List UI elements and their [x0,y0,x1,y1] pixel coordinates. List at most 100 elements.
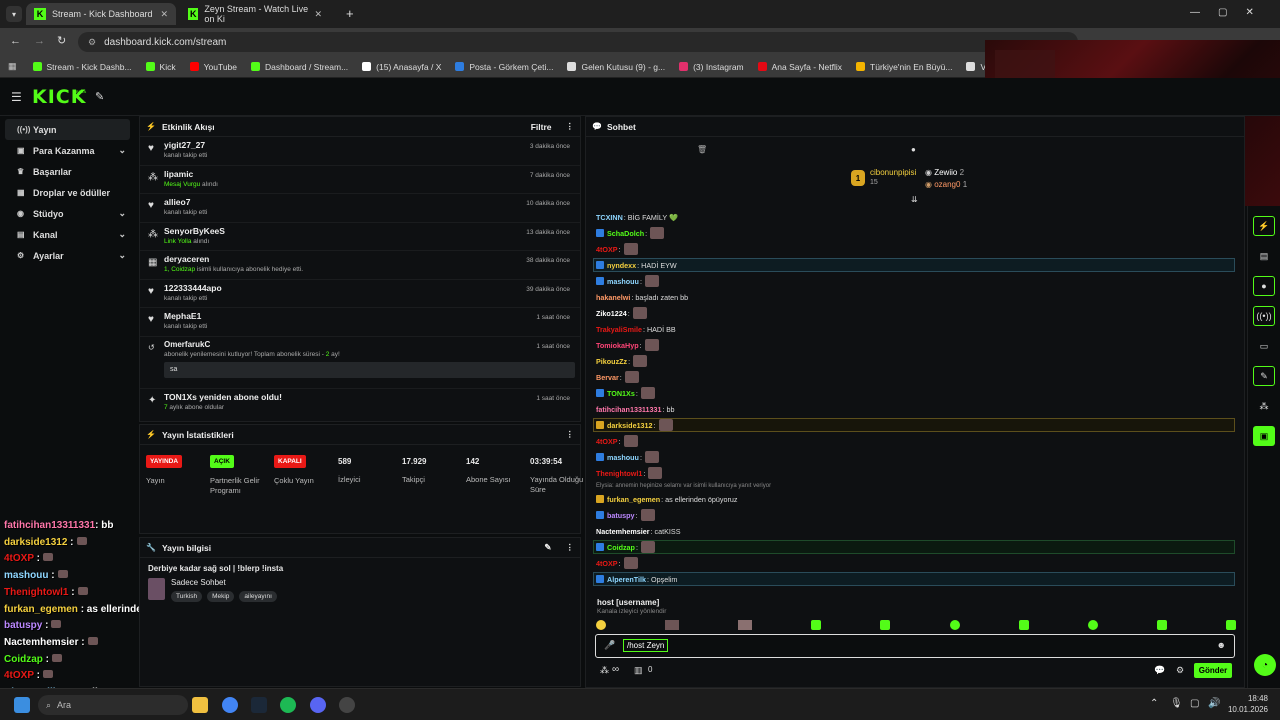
activity-user[interactable]: yigit27_27 [164,140,572,150]
discord-icon[interactable] [310,697,326,713]
chat-username[interactable]: Thenightowl1 [596,469,642,478]
bookmark-item[interactable]: (3) Instagram [679,62,744,72]
sidebar-item-1[interactable]: ((•)) Yayın [5,119,130,140]
quick-actions-icon[interactable]: ⚡ [1253,216,1275,236]
activity-user[interactable]: OmerfarukC [164,340,572,349]
trash-icon[interactable]: 🗑 [697,145,707,154]
emote-icon[interactable] [644,451,659,463]
slow-mode-icon[interactable]: ▥ [634,665,643,676]
sidebar-item-3[interactable]: ♛ Başarılar [5,161,130,182]
leaderboard-user[interactable]: Zewiio [934,168,957,177]
emote-icon[interactable] [658,419,673,431]
chat-options-icon[interactable]: ● [911,145,916,154]
more-options-icon[interactable]: ⋮ [566,542,575,553]
chevron-down-icon[interactable]: ⌄ [118,250,126,261]
chat-username[interactable]: batuspy [607,511,635,520]
chat-settings-bubble-icon[interactable]: 💬 [1154,665,1165,676]
clock-time[interactable]: 18:48 [1228,694,1268,703]
sidebar-item-7[interactable]: ⚙ Ayarlar ⌄ [5,245,130,266]
more-options-icon[interactable]: ⋮ [566,121,575,132]
emote-icon[interactable] [738,620,753,630]
emote-icon[interactable] [644,339,659,351]
chat-username[interactable]: 4tOXP [596,559,618,568]
emote-icon[interactable] [1087,620,1098,630]
tray-chevron-icon[interactable]: ⌃ [1150,698,1158,709]
activity-user[interactable]: MephaE1 [164,311,572,321]
file-explorer-icon[interactable] [192,697,208,713]
close-icon[interactable]: ✕ [314,9,322,20]
bookmark-item[interactable]: Posta - Görkem Çeti... [455,62,553,72]
activity-user[interactable]: 122333444apo [164,283,572,293]
category-thumbnail[interactable] [148,578,165,600]
close-icon[interactable]: ✕ [160,9,168,20]
broadcast-toggle-icon[interactable]: ((•)) [1253,306,1275,326]
bot-icon[interactable]: ▣ [1253,426,1275,446]
tab-search-icon[interactable]: ▾ [6,6,22,22]
emote-icon[interactable] [949,620,960,630]
emote-icon[interactable] [633,355,648,367]
activity-user[interactable]: allieo7 [164,197,572,207]
chat-username[interactable]: PikouzZz [596,357,627,366]
emote-icon[interactable] [623,435,638,447]
emote-icon[interactable] [1225,620,1236,630]
send-button[interactable]: Gönder [1194,663,1232,678]
bookmark-item[interactable]: (15) Anasayfa / X [362,62,441,72]
activity-user[interactable]: lipamic [164,169,572,179]
emote-icon[interactable] [623,243,638,255]
bookmark-item[interactable]: Türkiye'nin En Büyü... [856,62,952,72]
bookmark-item[interactable]: Kick [145,62,176,72]
reload-icon[interactable]: ↻ [57,34,66,47]
menu-icon[interactable]: ☰ [11,90,22,104]
edit-icon[interactable]: ✎ [544,542,551,553]
taskbar-search[interactable]: ⌕ Ara [38,695,188,715]
emote-icon[interactable] [623,557,638,569]
activity-user[interactable]: TON1Xs yeniden abone oldu! [164,392,572,402]
emote-icon[interactable] [880,620,891,630]
back-icon[interactable]: ← [10,35,21,47]
sidebar-item-4[interactable]: ▦ Droplar ve ödüller [5,182,130,203]
chat-username[interactable]: TrakyaliSmile [596,325,642,334]
sidebar-item-6[interactable]: ▤ Kanal ⌄ [5,224,130,245]
emote-icon[interactable] [1156,620,1167,630]
steam-icon[interactable] [251,697,267,713]
bookmark-item[interactable]: Stream - Kick Dashb... [32,62,132,72]
chevron-down-icon[interactable]: ⌄ [118,229,126,240]
url-field[interactable]: ⚙ dashboard.kick.com/stream [78,32,1078,52]
chrome-icon[interactable] [222,697,238,713]
chat-input-text[interactable]: /host Zeyn [623,639,669,652]
chat-username[interactable]: TON1Xs [607,389,635,398]
emote-icon[interactable] [632,307,647,319]
chevron-down-icon[interactable]: ⌄ [118,208,126,219]
emote-icon[interactable] [640,387,655,399]
emote-icon[interactable] [640,541,655,553]
site-info-icon[interactable]: ⚙ [88,37,96,48]
emote-icon[interactable] [1018,620,1029,630]
share-icon[interactable]: ⁂ [1253,396,1275,416]
chat-username[interactable]: TomiokaHyp [596,341,639,350]
spotify-icon[interactable] [280,697,296,713]
activity-user[interactable]: SenyorByKeeS [164,226,572,236]
chat-toggle-icon[interactable]: ● [1253,276,1275,296]
bookmark-item[interactable]: Ana Sayfa - Netflix [757,62,842,72]
support-chat-icon[interactable]: ◔ [1254,654,1276,676]
chat-username[interactable]: Nactemhemsier [596,527,650,536]
chat-username[interactable]: mashouu [607,277,639,286]
network-icon[interactable]: ▢ [1190,698,1199,709]
chat-username[interactable]: 4tOXP [596,437,618,446]
emote-icon[interactable] [596,620,606,630]
chat-username[interactable]: Coidzap [607,543,635,552]
emote-icon[interactable] [644,275,659,287]
chat-username[interactable]: 4tOXP [596,245,618,254]
emote-icon[interactable] [665,620,680,630]
bookmark-item[interactable]: Gelen Kutusu (9) - g... [567,62,665,72]
pin-icon[interactable]: ✎ [95,90,104,103]
microphone-tray-icon[interactable]: 🎙 [1170,698,1183,709]
tab-zeyn-stream[interactable]: K Zeyn Stream - Watch Live on Ki ✕ [180,3,330,25]
apps-grid-icon[interactable]: ▦ [8,61,17,72]
chat-username[interactable]: fatihcihan13311331 [596,405,662,414]
emote-icon[interactable] [640,509,655,521]
clock-date[interactable]: 10.01.2026 [1222,705,1268,714]
stream-category[interactable]: Sadece Sohbet [171,578,282,587]
sidebar-item-2[interactable]: ▣ Para Kazanma ⌄ [5,140,130,161]
obs-icon[interactable] [339,697,355,713]
